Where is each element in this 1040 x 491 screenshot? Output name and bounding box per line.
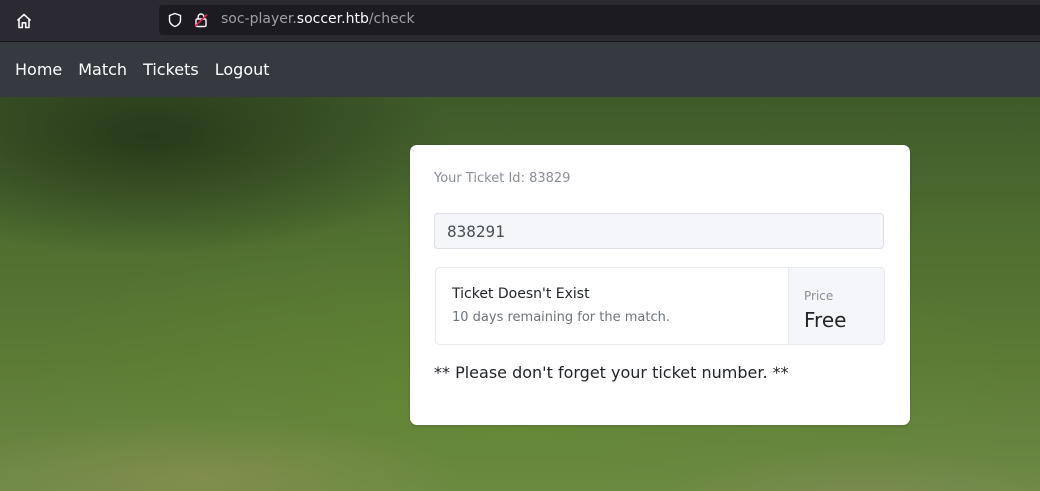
nav-tickets-link[interactable]: Tickets [143, 60, 199, 79]
price-panel: Price Free [788, 268, 884, 344]
url-path: /check [368, 11, 415, 27]
nav-logout-link[interactable]: Logout [215, 60, 270, 79]
address-bar[interactable]: soc-player.soccer.htb/check [159, 5, 1040, 35]
home-icon[interactable] [12, 9, 36, 33]
url-host: soccer.htb [296, 11, 369, 27]
price-value: Free [804, 308, 847, 332]
ticket-check-card: Your Ticket Id: 83829 Ticket Doesn't Exi… [410, 145, 910, 425]
nav-match-link[interactable]: Match [78, 60, 127, 79]
insecure-lock-icon[interactable] [193, 12, 209, 32]
ticket-reminder-text: ** Please don't forget your ticket numbe… [434, 363, 789, 382]
site-navbar: Home Match Tickets Logout [0, 42, 1040, 97]
browser-toolbar: soc-player.soccer.htb/check [0, 0, 1040, 42]
ticket-id-label: Your Ticket Id: 83829 [434, 171, 571, 186]
url-text[interactable]: soc-player.soccer.htb/check [221, 11, 415, 27]
ticket-number-input[interactable] [434, 213, 884, 249]
price-label: Price [804, 289, 834, 303]
ticket-result-box: Ticket Doesn't Exist 10 days remaining f… [435, 267, 885, 345]
ticket-result-main: Ticket Doesn't Exist 10 days remaining f… [436, 268, 788, 344]
ticket-result-title: Ticket Doesn't Exist [452, 286, 590, 302]
nav-home-link[interactable]: Home [15, 60, 62, 79]
ticket-result-subtitle: 10 days remaining for the match. [452, 310, 670, 325]
tracking-shield-icon[interactable] [167, 12, 183, 32]
url-prefix: soc-player. [221, 11, 297, 27]
